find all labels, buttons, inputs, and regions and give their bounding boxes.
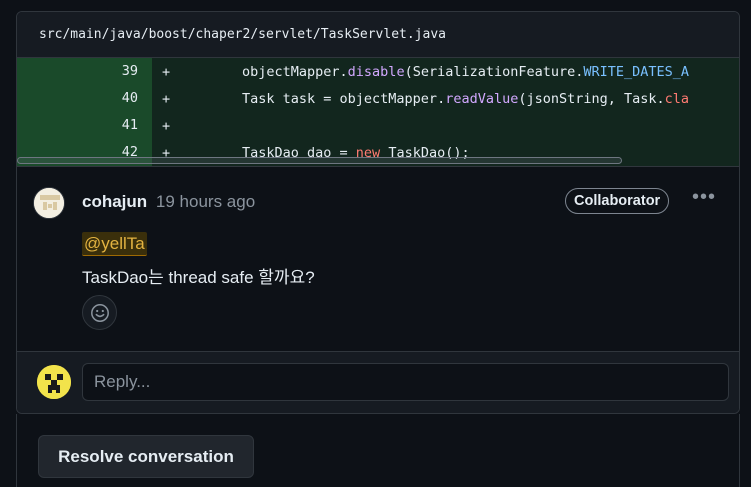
review-thread-card: src/main/java/boost/chaper2/servlet/Task… bbox=[16, 11, 740, 414]
code-line: Task task = objectMapper.readValue(jsonS… bbox=[174, 91, 689, 107]
code-token: (SerializationFeature. bbox=[404, 63, 584, 80]
smiley-icon bbox=[90, 303, 109, 322]
code-token: WRITE_DATES_A bbox=[583, 63, 690, 80]
identicon-icon bbox=[34, 188, 64, 218]
code-token: objectMapper. bbox=[242, 63, 348, 80]
code-line: objectMapper.disable(SerializationFeatur… bbox=[174, 64, 689, 80]
kebab-horizontal-icon[interactable]: ••• bbox=[690, 187, 718, 211]
line-number[interactable]: 41 bbox=[17, 112, 152, 139]
diff-line: 40 + Task task = objectMapper.readValue(js… bbox=[17, 85, 739, 112]
comment-header: cohajun 19 hours ago bbox=[82, 192, 255, 212]
current-user-avatar[interactable] bbox=[37, 365, 71, 399]
code-token: cla bbox=[664, 90, 690, 107]
reply-input[interactable] bbox=[82, 363, 729, 401]
comment-body: TaskDao는 thread safe 할까요? bbox=[82, 268, 315, 287]
line-number[interactable]: 40 bbox=[17, 85, 152, 112]
diff-line: 39 + objectMapper.disable(SerializationFea… bbox=[17, 58, 739, 85]
user-mention[interactable]: @yellTa bbox=[82, 232, 147, 256]
code-token: Task task = objectMapper. bbox=[242, 90, 446, 107]
add-reaction-button[interactable] bbox=[82, 295, 117, 330]
file-header: src/main/java/boost/chaper2/servlet/Task… bbox=[17, 12, 739, 58]
author-avatar[interactable] bbox=[33, 187, 65, 219]
diff-hunk: 39 + objectMapper.disable(SerializationFea… bbox=[17, 58, 739, 166]
comment-timestamp[interactable]: 19 hours ago bbox=[156, 192, 255, 211]
diff-add-marker: + bbox=[162, 63, 171, 80]
diff-add-marker: + bbox=[162, 117, 171, 134]
code-token: readValue bbox=[445, 90, 519, 107]
diff-add-marker: + bbox=[162, 90, 171, 107]
reply-bar bbox=[17, 351, 739, 413]
line-number[interactable]: 39 bbox=[17, 58, 152, 85]
horizontal-scrollbar[interactable] bbox=[17, 157, 622, 164]
collaborator-badge: Collaborator bbox=[565, 188, 670, 214]
file-path[interactable]: src/main/java/boost/chaper2/servlet/Task… bbox=[39, 27, 446, 42]
code-token: (jsonString, Task. bbox=[518, 90, 665, 107]
creeper-avatar-icon bbox=[37, 365, 71, 399]
code-token: disable bbox=[347, 63, 405, 80]
review-comment: cohajun 19 hours ago Collaborator ••• @y… bbox=[17, 166, 739, 351]
diff-line: 41 + bbox=[17, 112, 739, 139]
author-name[interactable]: cohajun bbox=[82, 192, 147, 211]
resolve-conversation-button[interactable]: Resolve conversation bbox=[38, 435, 254, 478]
resolve-area: Resolve conversation bbox=[16, 414, 740, 487]
